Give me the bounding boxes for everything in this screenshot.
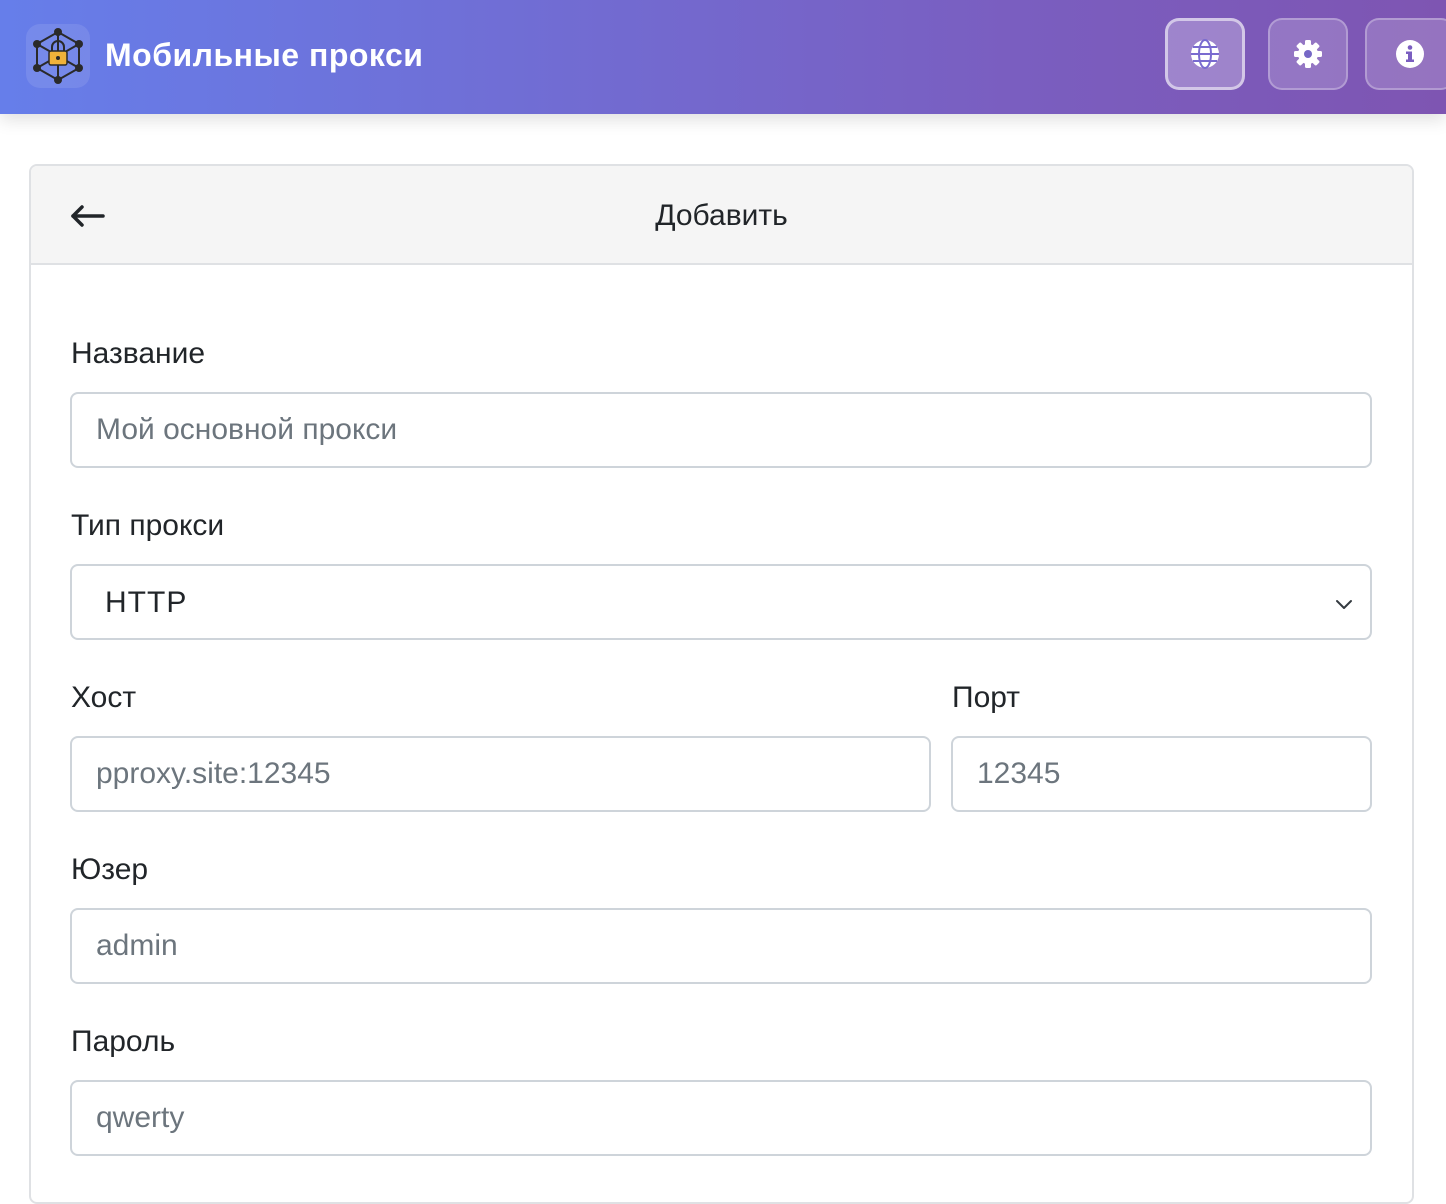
host-label: Хост	[71, 681, 137, 714]
globe-icon	[1191, 39, 1219, 69]
port-input[interactable]	[951, 736, 1372, 812]
app-header: Мобильные прокси	[0, 0, 1446, 114]
settings-button[interactable]	[1268, 18, 1348, 90]
info-icon	[1396, 40, 1424, 68]
password-label: Пароль	[71, 1025, 176, 1058]
name-label: Название	[71, 337, 206, 370]
proxy-type-label: Тип прокси	[71, 509, 225, 542]
host-input[interactable]	[70, 736, 931, 812]
add-proxy-card: Добавить	[29, 164, 1414, 1204]
user-label: Юзер	[71, 853, 149, 886]
proxy-type-select[interactable]: HTTP	[70, 564, 1372, 640]
name-input[interactable]	[70, 392, 1372, 468]
app-logo-icon	[26, 24, 90, 88]
card-header: Добавить	[31, 166, 1412, 265]
chevron-down-icon	[1336, 600, 1352, 609]
globe-button[interactable]	[1165, 18, 1245, 90]
app-title: Мобильные прокси	[105, 37, 424, 73]
user-input[interactable]	[70, 908, 1372, 984]
gear-icon	[1294, 40, 1322, 68]
port-label: Порт	[952, 681, 1021, 714]
password-input[interactable]	[70, 1080, 1372, 1156]
proxy-type-value: HTTP	[105, 586, 188, 619]
info-button[interactable]	[1365, 18, 1446, 90]
card-title: Добавить	[655, 199, 788, 232]
